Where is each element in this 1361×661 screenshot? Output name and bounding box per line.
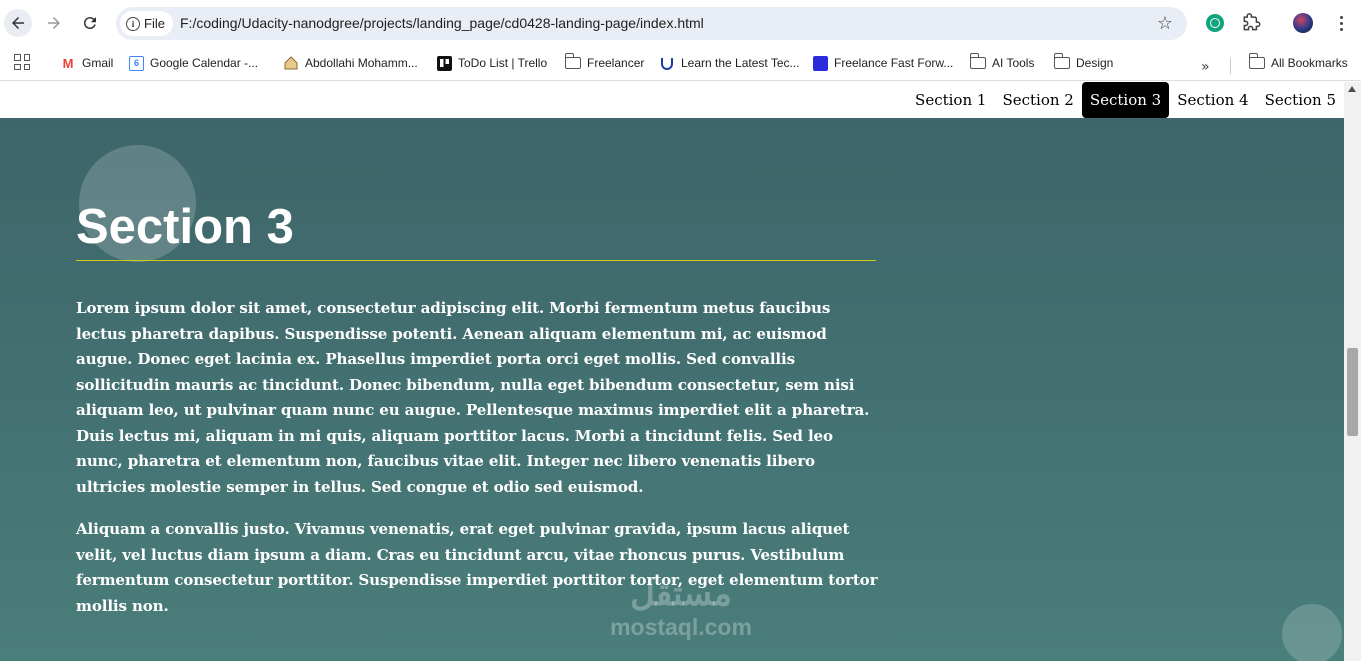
url-text[interactable]: F:/coding/Udacity-nanodgree/projects/lan… (180, 15, 704, 31)
calendar-icon: 6 (129, 55, 144, 71)
bookmark-freelancer[interactable]: Freelancer (564, 52, 645, 74)
reload-button[interactable] (76, 9, 104, 37)
bookmark-label: Gmail (82, 56, 114, 70)
bookmark-ai-tools[interactable]: AI Tools (969, 52, 1035, 74)
bookmark-label: Learn the Latest Tec... (681, 56, 800, 70)
browser-toolbar: i File F:/coding/Udacity-nanodgree/proje… (0, 0, 1361, 46)
nav-item-section-4[interactable]: Section 4 (1169, 82, 1256, 118)
landing-navbar: Section 1 Section 2 Section 3 Section 4 Sect… (0, 82, 1344, 118)
folder-icon (969, 53, 986, 69)
bookmark-learn-latest[interactable]: Learn the Latest Tec... (659, 52, 800, 74)
bookmark-label: ToDo List | Trello (458, 56, 548, 70)
bookmark-abdollahi[interactable]: Abdollahi Mohamm... (283, 52, 418, 74)
extensions-puzzle-icon[interactable] (1240, 12, 1262, 34)
ff-icon (813, 55, 828, 71)
apps-grid-icon[interactable] (14, 54, 30, 70)
udacity-icon (661, 58, 673, 70)
nav-item-section-5[interactable]: Section 5 (1257, 82, 1344, 118)
back-button[interactable] (4, 9, 32, 37)
section-paragraph: Lorem ipsum dolor sit amet, consectetur … (76, 299, 870, 496)
page-scrollbar[interactable] (1344, 82, 1361, 661)
mostaql-watermark: مستقل mostaql.com (596, 574, 766, 640)
chatgpt-extension-icon[interactable] (1204, 12, 1226, 34)
address-bar[interactable]: i File F:/coding/Udacity-nanodgree/proje… (116, 7, 1187, 40)
bookmark-label: AI Tools (992, 56, 1035, 70)
folder-icon (1053, 53, 1070, 69)
nav-item-section-1[interactable]: Section 1 (907, 82, 994, 118)
info-icon: i (126, 16, 140, 31)
bookmark-label: Design (1076, 56, 1114, 70)
bookmark-label: Google Calendar -... (150, 56, 259, 70)
trello-icon (437, 55, 452, 71)
page-viewport: Section 1 Section 2 Section 3 Section 4 Sect… (0, 82, 1361, 661)
section-title: Section 3 (76, 198, 876, 261)
bookmark-gmail[interactable]: M Gmail (60, 52, 114, 74)
security-chip-label: File (144, 16, 165, 31)
house-icon (284, 56, 298, 70)
scrollbar-thumb[interactable] (1347, 348, 1358, 436)
bookmark-google-calendar[interactable]: 6 Google Calendar -... (129, 52, 258, 74)
nav-list: Section 1 Section 2 Section 3 Section 4 Sect… (907, 82, 1344, 118)
arrow-left-icon (12, 17, 24, 29)
forward-button[interactable] (40, 9, 68, 37)
bookmark-label: All Bookmarks (1271, 56, 1348, 70)
scroll-up-arrow-icon[interactable] (1348, 86, 1356, 92)
reload-icon (83, 17, 96, 30)
bookmark-label: Abdollahi Mohamm... (305, 56, 418, 70)
folder-icon (564, 53, 581, 69)
all-bookmarks[interactable]: All Bookmarks (1248, 52, 1348, 74)
bookmark-freelance-fast-forward[interactable]: Freelance Fast Forw... (813, 52, 953, 74)
gmail-icon: M (62, 55, 74, 71)
bookmark-label: Freelancer (587, 56, 645, 70)
decorative-circle (1282, 604, 1342, 661)
bookmark-label: Freelance Fast Forw... (834, 56, 954, 70)
folder-icon (1248, 53, 1265, 69)
bookmarks-bar: M Gmail 6 Google Calendar -... Abdollahi… (0, 46, 1361, 81)
bookmark-trello[interactable]: ToDo List | Trello (437, 52, 547, 74)
arrow-right-icon (48, 17, 60, 29)
profile-avatar[interactable] (1292, 12, 1314, 34)
bookmark-star-icon[interactable]: ☆ (1157, 13, 1173, 34)
bookmarks-overflow-icon[interactable]: » (1201, 59, 1210, 75)
bookmark-design[interactable]: Design (1053, 52, 1114, 74)
bookmarks-divider (1230, 58, 1231, 74)
nav-item-section-3[interactable]: Section 3 (1081, 82, 1170, 118)
browser-menu-icon[interactable] (1330, 12, 1352, 34)
nav-item-section-2[interactable]: Section 2 (994, 82, 1081, 118)
watermark-arabic: مستقل (630, 575, 732, 613)
watermark-domain: mostaql.com (610, 614, 752, 640)
site-info-chip[interactable]: i File (120, 11, 173, 36)
